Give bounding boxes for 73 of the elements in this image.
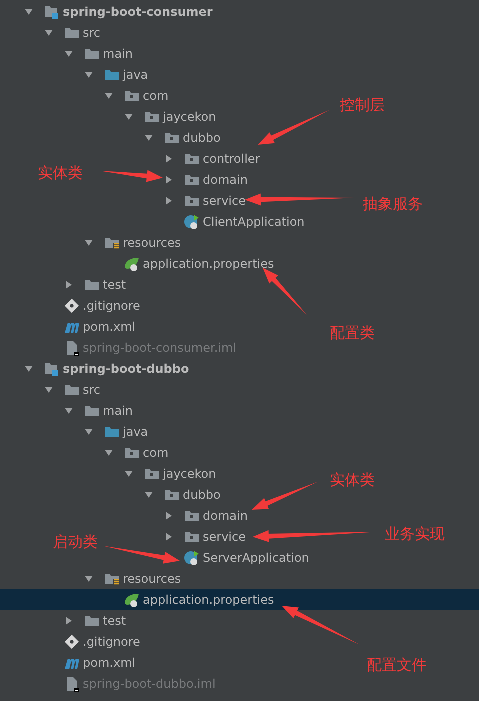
tree-item[interactable]: java [123,424,148,438]
tree-item[interactable]: resources [123,572,182,586]
expanded-arrow-icon[interactable] [24,6,34,16]
expanded-arrow-icon[interactable] [44,28,54,38]
tree-item[interactable]: java [123,68,148,82]
expanded-arrow-icon[interactable] [144,490,154,500]
module-folder-icon [44,4,60,20]
annotation-arrow [252,482,318,510]
expanded-arrow-icon[interactable] [104,448,114,458]
tree-item[interactable]: ClientApplication [203,214,305,228]
tree-item[interactable]: dubbo [183,130,221,144]
tree-item[interactable]: jaycekon [163,110,216,124]
expanded-arrow-icon[interactable] [24,364,34,374]
expanded-arrow-icon[interactable] [144,132,154,142]
annotation-label: 配置类 [330,324,375,342]
collapsed-arrow-icon[interactable] [164,510,174,520]
module-file-icon [64,340,80,356]
tree-item[interactable]: .gitignore [83,634,140,648]
expanded-arrow-icon[interactable] [64,48,74,58]
tree-item[interactable]: service [203,194,246,208]
tree-item[interactable]: test [103,614,126,628]
expanded-arrow-icon[interactable] [84,238,94,248]
tree-item[interactable]: test [103,278,126,292]
tree-item[interactable]: application.properties [143,256,274,270]
spring-boot-class-icon [184,214,200,230]
tree-item[interactable]: resources [123,236,182,250]
spring-leaf-icon [124,592,140,608]
collapsed-arrow-icon[interactable] [164,196,174,206]
module-folder-icon [44,360,60,376]
expanded-arrow-icon[interactable] [44,384,54,394]
expanded-arrow-icon[interactable] [84,70,94,80]
tree-item[interactable]: spring-boot-consumer [63,4,213,18]
tree-item[interactable]: spring-boot-dubbo [63,362,190,376]
tree-item[interactable]: pom.xml [83,656,136,670]
tree-item[interactable]: service [203,530,246,544]
annotation-label: 启动类 [53,533,98,551]
annotation-arrow [258,110,330,145]
spring-boot-class-icon [184,550,200,566]
expanded-arrow-icon[interactable] [84,574,94,584]
tree-item[interactable]: src [83,26,101,40]
tree-item[interactable]: src [83,382,101,396]
tree-item[interactable]: com [143,446,169,460]
tree-item[interactable]: com [143,88,169,102]
annotation-label: 控制层 [340,96,385,114]
tree-item[interactable]: domain [203,172,248,186]
annotation-arrow [100,170,163,182]
tree-item[interactable]: jaycekon [163,466,216,480]
module-file-icon [64,676,80,692]
spring-leaf-icon [124,256,140,272]
collapsed-arrow-icon[interactable] [64,616,74,626]
tree-item[interactable]: main [103,46,133,60]
expanded-arrow-icon[interactable] [124,468,134,478]
tree-item[interactable]: ServerApplication [203,550,310,564]
collapsed-arrow-icon[interactable] [164,532,174,542]
tree-item[interactable]: .gitignore [83,298,140,312]
expanded-arrow-icon[interactable] [84,426,94,436]
tree-item[interactable]: domain [203,508,248,522]
expanded-arrow-icon[interactable] [104,90,114,100]
annotation-label: 业务实现 [385,525,445,543]
annotation-label: 抽象服务 [363,195,423,213]
tree-item[interactable]: controller [203,152,260,166]
annotation-label: 实体类 [38,164,83,182]
tree-item[interactable]: dubbo [183,488,221,502]
tree-item[interactable]: main [103,404,133,418]
collapsed-arrow-icon[interactable] [64,280,74,290]
annotation-label: 配置文件 [367,656,427,674]
tree-item[interactable]: pom.xml [83,320,136,334]
tree-item[interactable]: application.properties [143,592,274,606]
collapsed-arrow-icon[interactable] [164,154,174,164]
collapsed-arrow-icon[interactable] [164,174,174,184]
expanded-arrow-icon[interactable] [124,112,134,122]
annotation-label: 实体类 [330,471,375,489]
expanded-arrow-icon[interactable] [64,406,74,416]
